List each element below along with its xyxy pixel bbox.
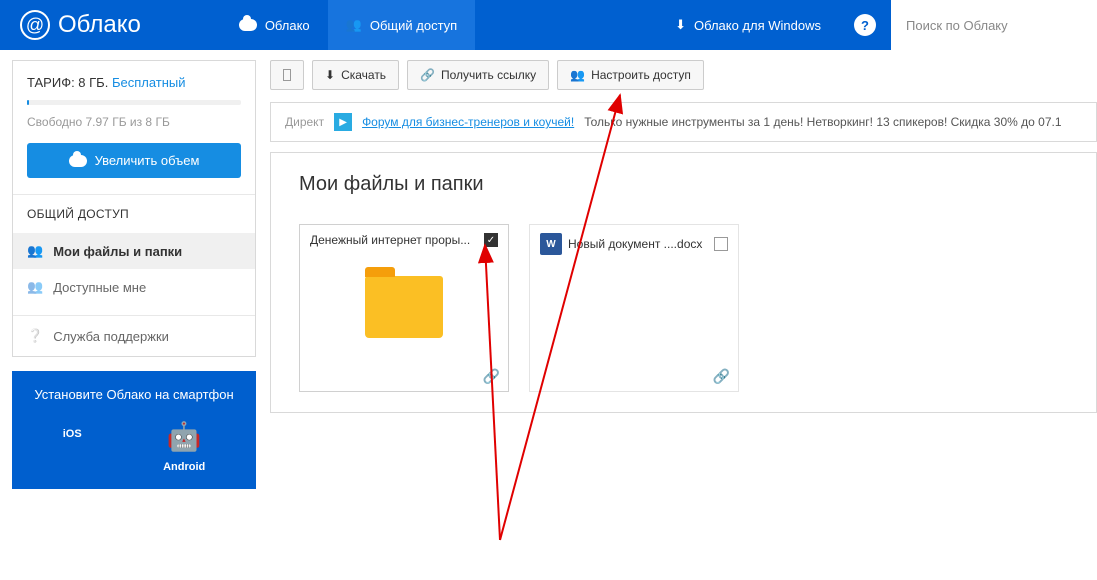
file-name: Новый документ ....docx (568, 237, 708, 251)
nav-cloud[interactable]: Облако (221, 0, 328, 50)
free-space: Свободно 7.97 ГБ из 8 ГБ (27, 115, 241, 129)
folder-icon (365, 276, 443, 338)
storage-progress-fill (27, 100, 29, 105)
configure-access-label: Настроить доступ (591, 68, 691, 82)
link-badge-icon: 🔗 (713, 368, 730, 385)
link-icon: 🔗 (420, 68, 435, 82)
download-button-label: Скачать (341, 68, 386, 82)
people-icon: 👥 (27, 243, 43, 259)
files-row: Денежный интернет проры... ✓ 🔗 W Новый д… (299, 224, 1068, 392)
help-circle-icon: ❔ (27, 328, 43, 344)
file-tile-folder[interactable]: Денежный интернет проры... ✓ 🔗 (299, 224, 509, 392)
cloud-icon (69, 155, 87, 167)
sidebar-item-available[interactable]: 👥 Доступные мне (13, 269, 255, 305)
word-icon: W (540, 233, 562, 255)
ad-link[interactable]: Форум для бизнес-тренеров и коучей! (362, 115, 574, 129)
nav: Облако 👥 Общий доступ (221, 0, 475, 50)
ad-text: Только нужные инструменты за 1 день! Нет… (584, 115, 1061, 129)
get-link-button[interactable]: 🔗 Получить ссылку (407, 60, 549, 90)
sidebar-item-label: Служба поддержки (53, 329, 169, 344)
cloud-icon (239, 19, 257, 31)
tariff-label: ТАРИФ: 8 ГБ. (27, 75, 108, 90)
nav-windows-label: Облако для Windows (694, 18, 821, 33)
download-icon: ⬇ (675, 17, 686, 33)
configure-access-button[interactable]: 👥 Настроить доступ (557, 60, 704, 90)
logo-at-icon: @ (20, 10, 50, 40)
select-all-checkbox[interactable] (270, 60, 304, 90)
link-badge-icon: 🔗 (483, 368, 500, 385)
file-tile-doc[interactable]: W Новый документ ....docx 🔗 (529, 224, 739, 392)
file-checkbox[interactable]: ✓ (484, 233, 498, 247)
header-right: ⬇ Облако для Windows ? (657, 0, 1097, 50)
upgrade-button[interactable]: Увеличить объем (27, 143, 241, 178)
logo[interactable]: @ Облако (0, 10, 161, 40)
nav-shared-label: Общий доступ (370, 18, 457, 33)
content-area: Мои файлы и папки Денежный интернет прор… (270, 152, 1097, 413)
page-title: Мои файлы и папки (299, 173, 1068, 196)
platform-android[interactable]: 🤖 Android (163, 420, 205, 473)
get-link-button-label: Получить ссылку (441, 68, 536, 82)
people-icon: 👥 (27, 279, 43, 295)
upgrade-button-label: Увеличить объем (95, 153, 200, 168)
ad-play-icon[interactable]: ▶ (334, 113, 352, 131)
promo-card: Установите Облако на смартфон iOS 🤖 Andr… (12, 371, 256, 489)
sidebar-item-label: Мои файлы и папки (53, 244, 182, 259)
nav-shared[interactable]: 👥 Общий доступ (328, 0, 476, 50)
nav-windows[interactable]: ⬇ Облако для Windows (657, 17, 839, 33)
tariff-section: ТАРИФ: 8 ГБ. Бесплатный Свободно 7.97 ГБ… (13, 61, 255, 194)
platform-ios[interactable]: iOS (63, 420, 82, 473)
nav-cloud-label: Облако (265, 18, 310, 33)
search-input[interactable] (906, 18, 1082, 33)
main: ⬇ Скачать 🔗 Получить ссылку 👥 Настроить … (256, 50, 1097, 489)
ad-label: Директ (285, 115, 324, 129)
people-icon: 👥 (346, 17, 362, 33)
logo-text: Облако (58, 11, 141, 39)
sidebar-item-label: Доступные мне (53, 280, 146, 295)
sidebar-card: ТАРИФ: 8 ГБ. Бесплатный Свободно 7.97 ГБ… (12, 60, 256, 357)
header: @ Облако Облако 👥 Общий доступ ⬇ Облако … (0, 0, 1097, 50)
platform-label: Android (163, 461, 205, 473)
storage-progress (27, 100, 241, 105)
tariff-plan[interactable]: Бесплатный (112, 75, 186, 90)
file-checkbox[interactable] (714, 237, 728, 251)
toolbar: ⬇ Скачать 🔗 Получить ссылку 👥 Настроить … (270, 60, 1097, 90)
file-name: Денежный интернет проры... (310, 233, 478, 247)
search-box (891, 0, 1097, 50)
help-icon[interactable]: ? (854, 14, 876, 36)
download-icon: ⬇ (325, 68, 335, 82)
promo-title: Установите Облако на смартфон (22, 387, 246, 402)
platform-label: iOS (63, 428, 82, 440)
shared-section-title: ОБЩИЙ ДОСТУП (13, 194, 255, 233)
sidebar-item-my-files[interactable]: 👥 Мои файлы и папки (13, 233, 255, 269)
people-icon: 👥 (570, 68, 585, 82)
android-icon: 🤖 (167, 420, 202, 453)
sidebar-item-support[interactable]: ❔ Служба поддержки (13, 315, 255, 356)
sidebar: ТАРИФ: 8 ГБ. Бесплатный Свободно 7.97 ГБ… (0, 50, 256, 489)
ad-banner: Директ ▶ Форум для бизнес-тренеров и коу… (270, 102, 1097, 142)
checkbox-icon (283, 69, 291, 81)
download-button[interactable]: ⬇ Скачать (312, 60, 399, 90)
